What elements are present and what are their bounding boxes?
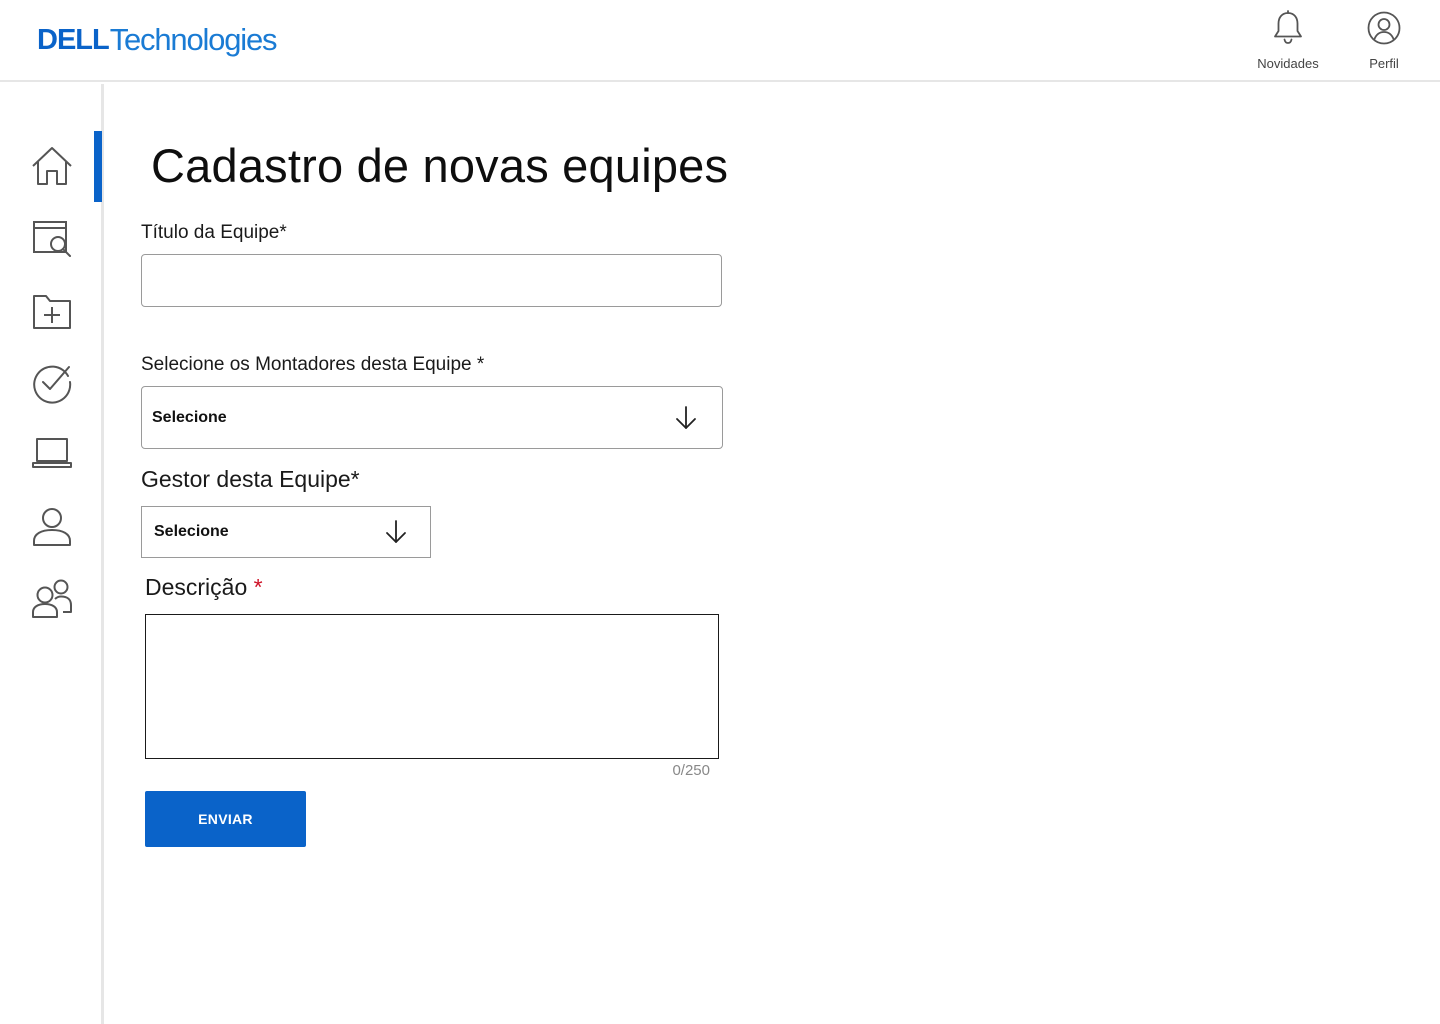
user-icon: [33, 508, 71, 546]
sidebar-item-devices[interactable]: [28, 430, 76, 478]
sidebar-item-user[interactable]: [28, 502, 76, 550]
assemblers-label: Selecione os Montadores desta Equipe *: [141, 354, 485, 375]
check-circle-icon: [33, 365, 72, 404]
assemblers-select[interactable]: Selecione: [141, 386, 723, 449]
submit-button[interactable]: ENVIAR: [145, 791, 306, 847]
users-group-icon: [32, 579, 72, 618]
laptop-icon: [32, 438, 72, 468]
dell-technologies-logo[interactable]: DELL Technologies: [37, 20, 278, 60]
bell-icon: [1274, 10, 1302, 44]
manager-select-value: Selecione: [154, 523, 229, 540]
logo-dell-text: DELL: [37, 23, 110, 56]
folder-add-icon: [33, 295, 71, 329]
sidebar-item-new-folder[interactable]: [28, 286, 76, 334]
sidebar-nav: [0, 84, 104, 1024]
description-label-text: Descrição: [145, 574, 248, 600]
news-button[interactable]: Novidades: [1252, 10, 1324, 71]
sidebar-item-search-records[interactable]: [28, 214, 76, 262]
team-title-label: Título da Equipe*: [141, 222, 287, 243]
sidebar-item-teams[interactable]: [28, 574, 76, 622]
logo-technologies-text: Technologies: [109, 22, 278, 57]
profile-button[interactable]: Perfil: [1360, 10, 1408, 71]
description-textarea[interactable]: [145, 614, 719, 759]
search-document-icon: [33, 221, 71, 257]
profile-icon: [1367, 11, 1401, 45]
news-label: Novidades: [1257, 56, 1319, 71]
manager-select[interactable]: Selecione: [141, 506, 431, 558]
team-title-input[interactable]: [141, 254, 722, 307]
arrow-down-icon: [386, 520, 406, 543]
home-icon: [32, 147, 72, 185]
character-counter: 0/250: [672, 762, 710, 779]
profile-label: Perfil: [1369, 56, 1399, 71]
sidebar-item-home[interactable]: [28, 142, 76, 190]
required-asterisk: *: [253, 574, 263, 600]
sidebar-item-approvals[interactable]: [28, 358, 76, 406]
page-title: Cadastro de novas equipes: [151, 139, 729, 192]
top-header: DELL Technologies Novidades Perfil: [0, 0, 1440, 82]
assemblers-select-value: Selecione: [152, 408, 227, 426]
manager-label: Gestor desta Equipe*: [141, 466, 360, 492]
description-label: Descrição *: [145, 574, 263, 601]
arrow-down-icon: [676, 405, 696, 429]
active-indicator: [94, 131, 102, 202]
